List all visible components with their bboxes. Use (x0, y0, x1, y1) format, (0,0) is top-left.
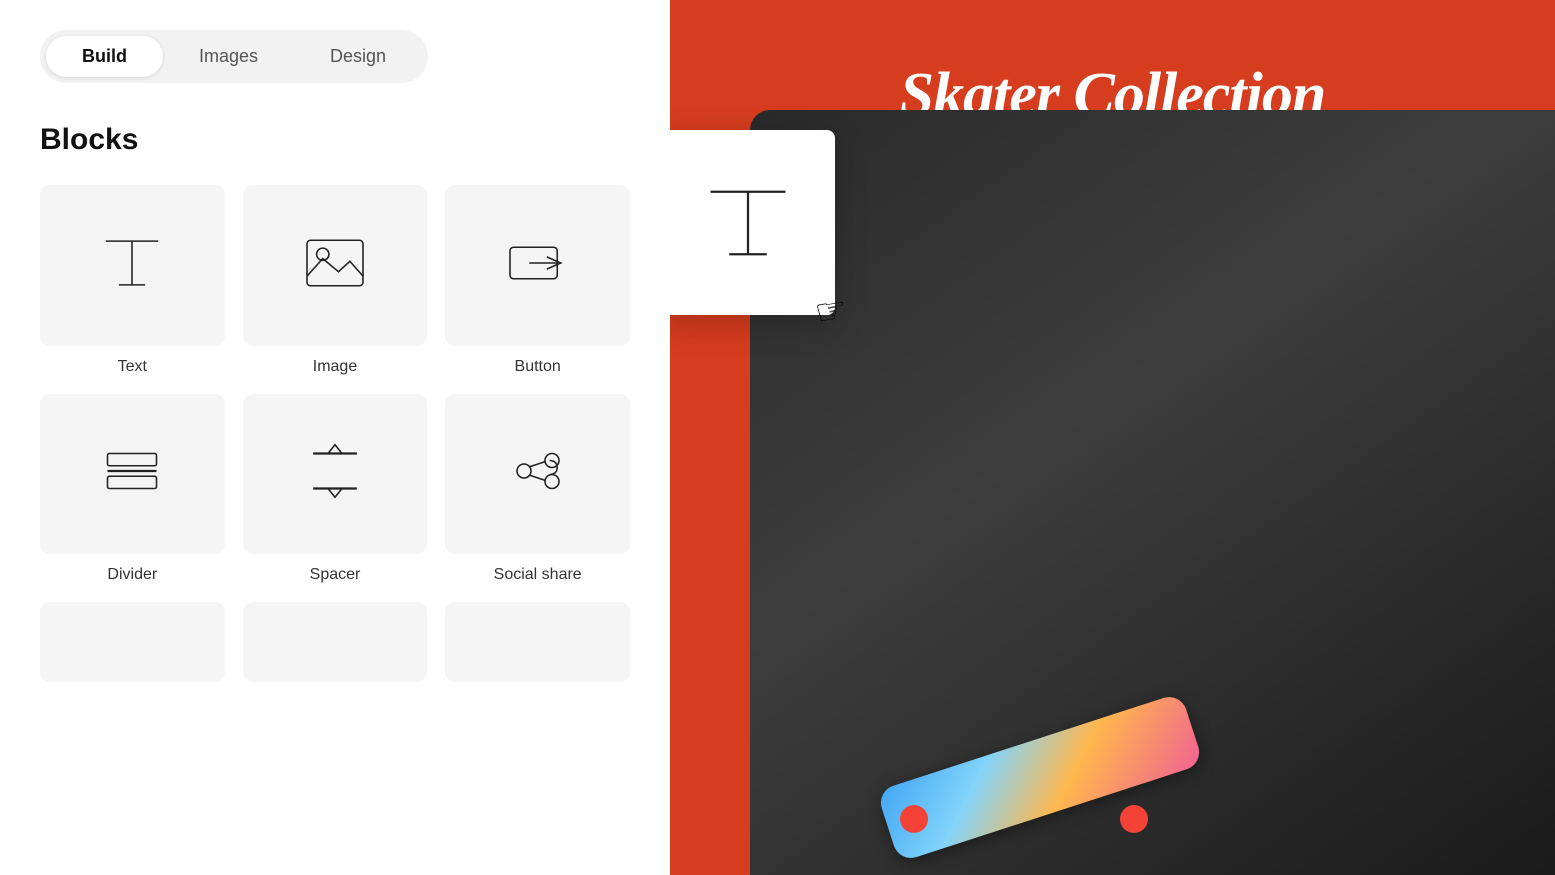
block-item-spacer[interactable]: Spacer (243, 394, 428, 585)
tab-design[interactable]: Design (294, 36, 422, 77)
block-card-partial-2[interactable] (243, 602, 428, 682)
block-label-text: Text (118, 358, 147, 376)
block-label-button: Button (515, 358, 561, 376)
image-icon (300, 228, 370, 303)
block-label-spacer: Spacer (310, 566, 361, 584)
block-card-button[interactable] (445, 185, 630, 346)
block-card-text[interactable] (40, 185, 225, 346)
text-icon (97, 228, 167, 303)
block-card-spacer[interactable] (243, 394, 428, 555)
block-item-image[interactable]: Image (243, 185, 428, 376)
blocks-grid: Text Image (40, 185, 630, 682)
poster: Skater Collection ☞ (670, 0, 1555, 875)
block-item-text[interactable]: Text (40, 185, 225, 376)
blocks-heading: Blocks (40, 123, 630, 157)
tab-build[interactable]: Build (46, 36, 163, 77)
block-label-social-share: Social share (494, 566, 582, 584)
block-item-social-share[interactable]: Social share (445, 394, 630, 585)
divider-icon (97, 436, 167, 511)
left-panel: Build Images Design Blocks Text (0, 0, 670, 875)
block-item-partial-3[interactable] (445, 602, 630, 682)
tab-bar: Build Images Design (40, 30, 428, 83)
drag-card (670, 130, 835, 315)
block-card-social-share[interactable] (445, 394, 630, 555)
right-panel: Skater Collection ☞ (670, 0, 1555, 875)
block-card-divider[interactable] (40, 394, 225, 555)
block-card-image[interactable] (243, 185, 428, 346)
tab-images[interactable]: Images (163, 36, 294, 77)
block-card-partial-3[interactable] (445, 602, 630, 682)
button-icon (503, 228, 573, 303)
block-item-partial-1[interactable] (40, 602, 225, 682)
block-label-image: Image (313, 358, 357, 376)
block-label-divider: Divider (107, 566, 157, 584)
block-item-button[interactable]: Button (445, 185, 630, 376)
social-share-icon (503, 436, 573, 511)
block-card-partial-1[interactable] (40, 602, 225, 682)
block-item-partial-2[interactable] (243, 602, 428, 682)
block-item-divider[interactable]: Divider (40, 394, 225, 585)
spacer-icon (300, 436, 370, 511)
